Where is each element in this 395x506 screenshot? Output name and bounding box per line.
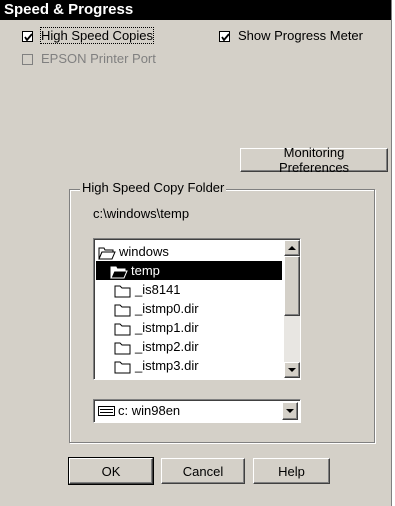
- ok-button[interactable]: OK: [68, 457, 154, 485]
- monitoring-preferences-button[interactable]: Monitoring Preferences: [240, 145, 388, 175]
- folder-name: _istmp3.dir: [135, 358, 199, 373]
- folder-name: windows: [119, 244, 169, 259]
- scroll-thumb[interactable]: [284, 256, 300, 316]
- chevron-down-icon: [286, 409, 294, 413]
- list-item[interactable]: _istmp1.dir: [114, 318, 199, 337]
- group-title: High Speed Copy Folder: [80, 180, 227, 195]
- folder-name: temp: [131, 263, 160, 278]
- arrow-down-icon: [288, 368, 296, 372]
- cancel-button[interactable]: Cancel: [161, 458, 245, 484]
- high-speed-copies-label[interactable]: High Speed Copies: [39, 27, 155, 44]
- folder-list[interactable]: windows temp _is8141 _istmp0.dir _istmp1…: [93, 238, 301, 380]
- list-item[interactable]: temp: [96, 261, 282, 280]
- help-button[interactable]: Help: [253, 458, 330, 484]
- checkmark-icon: [24, 33, 33, 42]
- folder-name: _is8141: [135, 282, 181, 297]
- folder-name: _istmp2.dir: [135, 339, 199, 354]
- arrow-up-icon: [288, 246, 296, 250]
- list-item[interactable]: _istmp2.dir: [114, 337, 199, 356]
- open-folder-icon: [110, 266, 128, 279]
- scroll-down-button[interactable]: [284, 362, 300, 378]
- high-speed-copies-checkbox[interactable]: [22, 31, 33, 42]
- drive-dropdown-button[interactable]: [282, 402, 298, 420]
- checkmark-icon: [221, 33, 230, 42]
- drive-select[interactable]: c: win98en: [93, 399, 301, 423]
- list-item[interactable]: _istmp3.dir: [114, 356, 199, 375]
- speed-progress-dialog: Speed & Progress High Speed Copies Show …: [0, 0, 392, 506]
- folder-icon: [114, 361, 131, 374]
- folder-name: _istmp1.dir: [135, 320, 199, 335]
- drive-icon: [98, 406, 115, 416]
- epson-printer-port-checkbox: [22, 54, 33, 65]
- list-item[interactable]: _istmp0.dir: [114, 299, 199, 318]
- folder-icon: [114, 304, 131, 317]
- folder-name: _istmp0.dir: [135, 301, 199, 316]
- list-item[interactable]: _is8141: [114, 280, 181, 299]
- open-folder-icon: [98, 247, 116, 260]
- scroll-up-button[interactable]: [284, 240, 300, 256]
- list-item[interactable]: windows: [98, 242, 284, 261]
- current-folder-path: c:\windows\temp: [93, 206, 190, 221]
- show-progress-meter-label[interactable]: Show Progress Meter: [238, 28, 363, 43]
- epson-printer-port-label: EPSON Printer Port: [41, 51, 156, 66]
- folder-icon: [114, 342, 131, 355]
- folder-icon: [114, 285, 131, 298]
- show-progress-meter-checkbox[interactable]: [219, 31, 230, 42]
- dialog-title: Speed & Progress: [0, 0, 391, 20]
- folder-icon: [114, 323, 131, 336]
- folder-list-scrollbar[interactable]: [284, 240, 300, 378]
- drive-select-value: c: win98en: [118, 403, 181, 418]
